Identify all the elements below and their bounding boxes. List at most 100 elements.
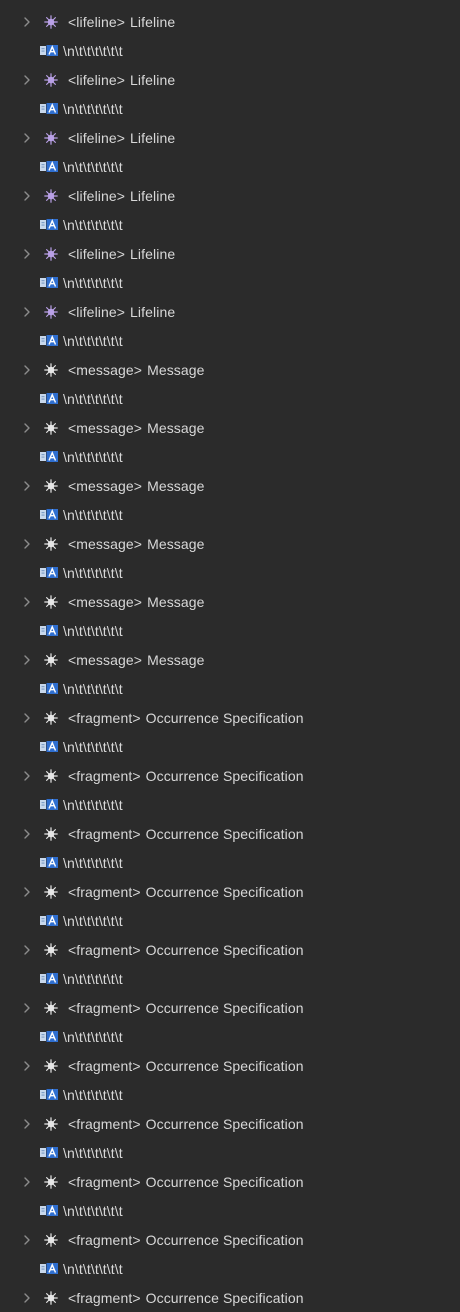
text-node-icon [40, 103, 58, 114]
tree-row-element[interactable]: <fragment> Occurrence Specification [0, 819, 460, 848]
tree-row-text[interactable]: \n\t\t\t\t\t\t [0, 964, 460, 993]
tree-row-text[interactable]: \n\t\t\t\t\t\t [0, 1080, 460, 1109]
text-node-icon [40, 1031, 58, 1042]
chevron-right-icon[interactable] [22, 189, 32, 203]
tree-row-element[interactable]: <message> Message [0, 587, 460, 616]
tree-row-text[interactable]: \n\t\t\t\t\t\t [0, 616, 460, 645]
tree-row-element[interactable]: <fragment> Occurrence Specification [0, 1167, 460, 1196]
tree-row-element[interactable]: <lifeline> Lifeline [0, 7, 460, 36]
tree-row-element[interactable]: <message> Message [0, 355, 460, 384]
tree-row-element[interactable]: <message> Message [0, 471, 460, 500]
element-name: Lifeline [130, 129, 176, 146]
tree-row-text[interactable]: \n\t\t\t\t\t\t [0, 152, 460, 181]
tree-row-element[interactable]: <fragment> Occurrence Specification [0, 935, 460, 964]
text-node-icon [40, 567, 58, 578]
chevron-right-icon[interactable] [22, 711, 32, 725]
element-tag: <fragment> [68, 825, 141, 842]
tree-row-text[interactable]: \n\t\t\t\t\t\t [0, 268, 460, 297]
tree-row-text[interactable]: \n\t\t\t\t\t\t [0, 732, 460, 761]
tree-row-text[interactable]: \n\t\t\t\t\t\t [0, 210, 460, 239]
tree-row-element[interactable]: <fragment> Occurrence Specification [0, 761, 460, 790]
tree-row-text[interactable]: \n\t\t\t\t\t\t [0, 326, 460, 355]
fragment-node-icon [44, 1232, 58, 1247]
tree-row-text[interactable]: \n\t\t\t\t\t\t [0, 1196, 460, 1225]
tree-row-text[interactable]: \n\t\t\t\t\t\t [0, 848, 460, 877]
fragment-node-icon [44, 1290, 58, 1305]
text-node-value: \n\t\t\t\t\t\t [63, 738, 123, 755]
element-name: Occurrence Specification [145, 1057, 304, 1074]
tree-row-text[interactable]: \n\t\t\t\t\t\t [0, 36, 460, 65]
element-name: Lifeline [130, 187, 176, 204]
element-name: Occurrence Specification [145, 941, 304, 958]
chevron-right-icon[interactable] [22, 1291, 32, 1305]
element-tag: <lifeline> [68, 303, 126, 320]
chevron-right-icon[interactable] [22, 73, 32, 87]
element-tag: <message> [68, 477, 143, 494]
chevron-right-icon[interactable] [22, 305, 32, 319]
tree-row-text[interactable]: \n\t\t\t\t\t\t [0, 1254, 460, 1283]
element-tag: <fragment> [68, 1289, 141, 1306]
text-node-value: \n\t\t\t\t\t\t [63, 622, 123, 639]
text-node-icon [40, 1147, 58, 1158]
tree-row-element[interactable]: <message> Message [0, 413, 460, 442]
fragment-node-icon [44, 942, 58, 957]
chevron-right-icon[interactable] [22, 247, 32, 261]
text-node-icon [40, 857, 58, 868]
chevron-right-icon[interactable] [22, 1001, 32, 1015]
element-tag: <fragment> [68, 1231, 141, 1248]
chevron-right-icon[interactable] [22, 537, 32, 551]
text-node-value: \n\t\t\t\t\t\t [63, 1086, 123, 1103]
tree-row-text[interactable]: \n\t\t\t\t\t\t [0, 1022, 460, 1051]
tree-row-text[interactable]: \n\t\t\t\t\t\t [0, 94, 460, 123]
tree-row-text[interactable]: \n\t\t\t\t\t\t [0, 558, 460, 587]
tree-row-element[interactable]: <fragment> Occurrence Specification [0, 1051, 460, 1080]
message-node-icon [44, 362, 58, 377]
text-node-value: \n\t\t\t\t\t\t [63, 1202, 123, 1219]
chevron-right-icon[interactable] [22, 943, 32, 957]
message-node-icon [44, 478, 58, 493]
tree-row-text[interactable]: \n\t\t\t\t\t\t [0, 384, 460, 413]
chevron-right-icon[interactable] [22, 1233, 32, 1247]
element-tag: <fragment> [68, 1057, 141, 1074]
element-tag: <lifeline> [68, 187, 126, 204]
text-node-icon [40, 393, 58, 404]
chevron-right-icon[interactable] [22, 1117, 32, 1131]
element-name: Occurrence Specification [145, 999, 304, 1016]
tree-row-text[interactable]: \n\t\t\t\t\t\t [0, 906, 460, 935]
tree-row-element[interactable]: <lifeline> Lifeline [0, 123, 460, 152]
tree-row-text[interactable]: \n\t\t\t\t\t\t [0, 500, 460, 529]
tree-row-element[interactable]: <lifeline> Lifeline [0, 181, 460, 210]
chevron-right-icon[interactable] [22, 653, 32, 667]
chevron-right-icon[interactable] [22, 363, 32, 377]
chevron-right-icon[interactable] [22, 131, 32, 145]
lifeline-node-icon [44, 246, 58, 261]
element-tag: <lifeline> [68, 71, 126, 88]
chevron-right-icon[interactable] [22, 1175, 32, 1189]
chevron-right-icon[interactable] [22, 885, 32, 899]
tree-row-element[interactable]: <lifeline> Lifeline [0, 297, 460, 326]
tree-row-element[interactable]: <message> Message [0, 529, 460, 558]
chevron-right-icon[interactable] [22, 15, 32, 29]
lifeline-node-icon [44, 130, 58, 145]
tree-row-text[interactable]: \n\t\t\t\t\t\t [0, 674, 460, 703]
tree-row-element[interactable]: <lifeline> Lifeline [0, 239, 460, 268]
tree-row-element[interactable]: <message> Message [0, 645, 460, 674]
tree-row-text[interactable]: \n\t\t\t\t\t\t [0, 442, 460, 471]
tree-row-element[interactable]: <fragment> Occurrence Specification [0, 703, 460, 732]
tree-row-element[interactable]: <fragment> Occurrence Specification [0, 1225, 460, 1254]
tree-row-element[interactable]: <fragment> Occurrence Specification [0, 877, 460, 906]
chevron-right-icon[interactable] [22, 595, 32, 609]
chevron-right-icon[interactable] [22, 769, 32, 783]
text-node-value: \n\t\t\t\t\t\t [63, 912, 123, 929]
chevron-right-icon[interactable] [22, 479, 32, 493]
chevron-right-icon[interactable] [22, 1059, 32, 1073]
tree-row-element[interactable]: <fragment> Occurrence Specification [0, 1109, 460, 1138]
chevron-right-icon[interactable] [22, 421, 32, 435]
tree-row-element[interactable]: <fragment> Occurrence Specification [0, 993, 460, 1022]
tree-row-text[interactable]: \n\t\t\t\t\t\t [0, 1138, 460, 1167]
tree-row-element[interactable]: <lifeline> Lifeline [0, 65, 460, 94]
tree-row-element[interactable]: <fragment> Occurrence Specification [0, 1283, 460, 1312]
tree-row-text[interactable]: \n\t\t\t\t\t\t [0, 790, 460, 819]
chevron-right-icon[interactable] [22, 827, 32, 841]
text-node-value: \n\t\t\t\t\t\t [63, 854, 123, 871]
